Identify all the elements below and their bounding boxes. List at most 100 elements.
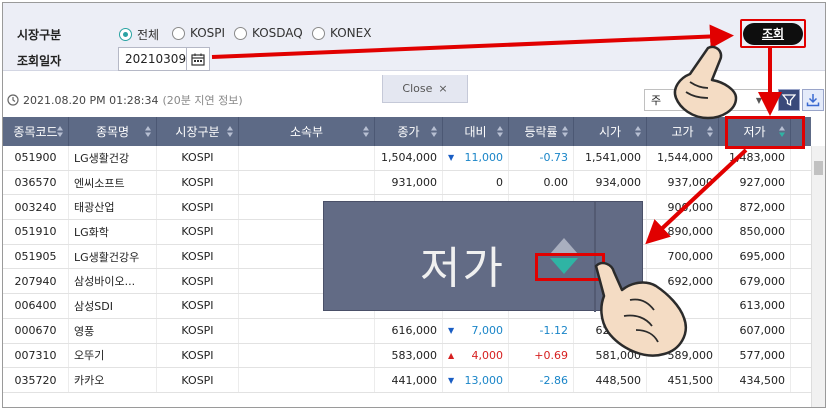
column-header-label: 종목명	[95, 125, 130, 139]
cell-high: 692,000	[647, 269, 719, 294]
filter-icon	[782, 94, 796, 107]
cell-market: KOSPI	[157, 146, 239, 170]
up-arrow-icon: ▲	[448, 350, 455, 360]
down-arrow-icon: ▼	[448, 153, 455, 163]
cell-close: 616,000	[375, 318, 443, 343]
column-header-label: 등락률	[524, 125, 558, 139]
cell-market: KOSPI	[157, 220, 239, 244]
sort-icon[interactable]	[707, 126, 713, 137]
cell-name: 엔씨소프트	[69, 170, 157, 195]
radio-konex[interactable]: KONEX	[312, 26, 371, 40]
cell-diff: ▼ 13,000	[443, 368, 509, 392]
scrollbar-thumb[interactable]	[814, 161, 823, 175]
cell-market: KOSPI	[157, 318, 239, 343]
cell-market: KOSPI	[157, 343, 239, 368]
sort-icon[interactable]	[227, 126, 233, 137]
cell-sector	[239, 170, 375, 195]
sort-icon[interactable]	[363, 126, 369, 137]
table-row[interactable]: 035720 카카오 KOSPI 441,000 ▼ 13,000 -2.86 448,500…	[3, 368, 811, 393]
sort-icon[interactable]	[431, 126, 437, 137]
cell-sector	[239, 343, 375, 368]
sort-icon[interactable]	[497, 126, 503, 137]
cell-sector	[239, 368, 375, 392]
table-row[interactable]: 036570 엔씨소프트 KOSPI 931,000 0 0.00 934,000 937,0…	[3, 170, 811, 196]
sort-icon[interactable]	[145, 126, 151, 137]
cell-name: 삼성SDI	[69, 294, 157, 318]
cell-code: 051905	[3, 244, 69, 269]
column-header-sector[interactable]: 소속부	[239, 117, 375, 146]
column-header-label: 고가	[671, 125, 694, 139]
cell-low: 679,000	[719, 269, 791, 294]
cell-high: 1,544,000	[647, 146, 719, 170]
column-header-market[interactable]: 시장구분	[157, 117, 239, 146]
column-header-label: 대비	[464, 125, 487, 139]
column-header-high[interactable]: 고가	[647, 117, 719, 146]
radio-kosdaq-circle[interactable]	[234, 26, 247, 40]
clock-icon	[7, 94, 19, 106]
cell-open: 581,000	[574, 343, 647, 368]
radio-kosdaq-label: KOSDAQ	[252, 26, 303, 40]
cell-diff: ▲ 4,000	[443, 343, 509, 368]
download-button[interactable]	[802, 89, 824, 111]
delay-note: (20분 지연 정보)	[162, 94, 243, 107]
cell-rate: 0.00	[509, 170, 574, 195]
cell-rate: -0.73	[509, 146, 574, 170]
sort-icon[interactable]	[562, 126, 568, 137]
low-column-highlight	[725, 116, 805, 149]
market-label: 시장구분	[17, 28, 62, 42]
sort-icon[interactable]	[57, 126, 63, 137]
chevron-down-icon[interactable]: ▼	[756, 96, 762, 105]
column-header-open[interactable]: 시가	[574, 117, 647, 146]
cell-diff-value: 0	[496, 176, 503, 190]
cell-close: 441,000	[375, 368, 443, 392]
radio-kospi-circle[interactable]	[172, 26, 185, 40]
table-row[interactable]: 000670 영풍 KOSPI 616,000 ▼ 7,000 -1.12 629,000 60…	[3, 318, 811, 344]
radio-all-circle[interactable]	[119, 28, 132, 41]
vertical-scrollbar[interactable]	[811, 146, 825, 407]
radio-konex-label: KONEX	[330, 26, 372, 40]
radio-all[interactable]: 전체	[119, 26, 159, 43]
query-button-highlight: 조회	[740, 19, 806, 48]
table-row[interactable]: 051900 LG생활건강 KOSPI 1,504,000 ▼ 11,000 -0.73 1,…	[3, 146, 811, 171]
query-button[interactable]: 조회	[743, 22, 803, 45]
info-row: 2021.08.20 PM 01:28:34 (20분 지연 정보)	[7, 92, 243, 108]
column-header-label: 종목코드	[13, 125, 58, 139]
close-icon[interactable]: ×	[438, 82, 447, 95]
column-header-rate[interactable]: 등락률	[509, 117, 574, 146]
cell-rate: +0.69	[509, 343, 574, 368]
column-header-code[interactable]: 종목코드	[3, 117, 69, 146]
sort-select[interactable]: 주 ▼	[644, 89, 769, 111]
cell-diff-value: 11,000	[464, 151, 504, 165]
cell-open: 448,500	[574, 368, 647, 392]
radio-kospi[interactable]: KOSPI	[172, 26, 225, 40]
cell-code: 051900	[3, 146, 69, 170]
column-header-label: 시장구분	[175, 125, 220, 139]
column-header-name[interactable]: 종목명	[69, 117, 157, 146]
radio-all-label: 전체	[137, 28, 160, 42]
column-header-diff[interactable]: 대비	[443, 117, 509, 146]
cell-diff: 0	[443, 170, 509, 195]
cell-low: 607,000	[719, 318, 791, 343]
date-value[interactable]: 20210309	[119, 52, 186, 66]
table-row[interactable]: 007310 오뚜기 KOSPI 583,000 ▲ 4,000 +0.69 581,000 5…	[3, 343, 811, 369]
filter-button[interactable]	[778, 89, 800, 111]
radio-kosdaq[interactable]: KOSDAQ	[234, 26, 303, 40]
cell-high: 890,000	[647, 220, 719, 244]
radio-konex-circle[interactable]	[312, 26, 325, 40]
sort-icon[interactable]	[635, 126, 641, 137]
cell-rate: -2.86	[509, 368, 574, 392]
cell-market: KOSPI	[157, 269, 239, 294]
sort-icon-highlight	[535, 253, 605, 281]
cell-diff-value: 7,000	[471, 324, 504, 338]
cell-high: 589,000	[647, 343, 719, 368]
calendar-icon[interactable]	[186, 48, 209, 70]
cell-high	[647, 294, 719, 318]
cell-diff: ▼ 7,000	[443, 318, 509, 343]
cell-close: 1,504,000	[375, 146, 443, 170]
column-header-close[interactable]: 종가	[375, 117, 443, 146]
close-tab[interactable]: Close ×	[382, 75, 468, 103]
date-field[interactable]: 20210309	[118, 47, 210, 71]
cell-low: 577,000	[719, 343, 791, 368]
cell-close: 931,000	[375, 170, 443, 195]
cell-diff-value: 13,000	[464, 373, 504, 387]
